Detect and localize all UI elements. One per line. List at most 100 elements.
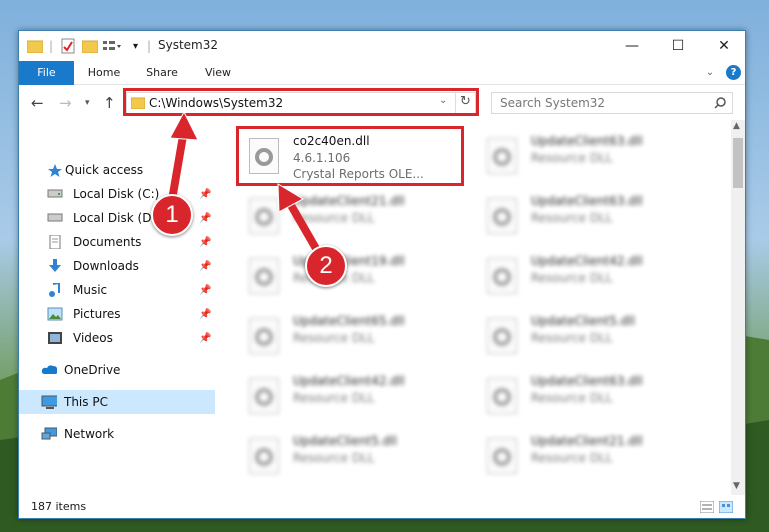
forward-button[interactable]: → [59,94,72,112]
file-tile[interactable]: UpdateClient63.dll Resource DLL [479,370,705,426]
separator: | [49,39,54,53]
drive-icon [47,213,63,222]
file-name: UpdateClient63.dll [531,134,643,148]
file-tile[interactable]: UpdateClient5.dll Resource DLL [241,430,467,486]
title-bar: | ▾ | System32 — ☐ ✕ [19,31,745,61]
nav-label: Downloads [73,259,139,273]
drive-icon [47,189,63,198]
dll-file-icon [487,318,517,354]
nav-label: Documents [73,235,142,249]
dll-file-icon [249,318,279,354]
scrollbar-thumb[interactable] [733,138,743,188]
nav-label: Pictures [73,307,121,321]
up-button[interactable]: ↑ [103,94,116,112]
nav-pictures[interactable]: Pictures 📌 [19,302,215,326]
documents-icon [49,235,61,249]
star-icon [48,164,62,177]
tab-share[interactable]: Share [137,61,187,85]
computer-icon [41,395,57,409]
pin-icon: 📌 [199,188,212,200]
callout-1: 1 [151,194,193,236]
view-options-icon[interactable] [103,37,123,55]
nav-documents[interactable]: Documents 📌 [19,230,215,254]
file-tile[interactable]: UpdateClient65.dll Resource DLL [241,310,467,366]
nav-label: OneDrive [64,363,121,377]
nav-network[interactable]: Network [19,422,215,446]
file-tile[interactable]: UpdateClient21.dll Resource DLL [241,190,467,246]
navigation-pane: Quick access Local Disk (C:) 📌 Local Dis… [19,120,215,495]
search-icon[interactable] [714,97,726,109]
nav-downloads[interactable]: Downloads 📌 [19,254,215,278]
scroll-down-icon[interactable]: ▼ [733,481,740,491]
address-bar-highlight [123,88,479,116]
file-name: UpdateClient21.dll [293,194,405,208]
pin-icon: 📌 [199,332,212,344]
music-icon [49,283,60,297]
dll-file-icon [487,258,517,294]
file-tile[interactable]: UpdateClient63.dll Resource DLL [479,130,705,186]
file-description: Resource DLL [531,451,613,465]
minimize-button[interactable]: — [609,31,655,61]
search-input[interactable]: Search System32 [500,96,605,110]
file-tile[interactable]: UpdateClient21.dll Resource DLL [479,430,705,486]
pin-icon: 📌 [199,260,212,272]
close-button[interactable]: ✕ [701,31,745,61]
file-description: Resource DLL [293,391,375,405]
download-icon [49,259,61,272]
back-button[interactable]: ← [31,94,44,112]
nav-music[interactable]: Music 📌 [19,278,215,302]
tab-view[interactable]: View [193,61,243,85]
file-tile[interactable]: UpdateClient42.dll Resource DLL [241,370,467,426]
file-description: Resource DLL [531,211,613,225]
nav-label: This PC [64,395,108,409]
dll-file-icon [487,138,517,174]
file-tile[interactable]: UpdateClient42.dll Resource DLL [479,250,705,306]
customize-toolbar-icon[interactable]: ▾ [133,37,138,55]
file-name: UpdateClient63.dll [531,194,643,208]
recent-locations-icon[interactable]: ▾ [85,98,90,108]
dll-file-icon [487,198,517,234]
pin-icon: 📌 [199,212,212,224]
dll-file-icon [487,378,517,414]
pin-icon: 📌 [199,284,212,296]
scroll-up-icon[interactable]: ▲ [733,121,740,131]
network-icon [41,427,57,440]
tab-home[interactable]: Home [79,61,129,85]
nav-videos[interactable]: Videos 📌 [19,326,215,350]
cloud-icon [41,365,57,374]
status-bar: 187 items [19,496,745,518]
nav-onedrive[interactable]: OneDrive [19,358,215,382]
nav-quick-access[interactable]: Quick access [19,158,215,182]
file-tile[interactable]: UpdateClient5.dll Resource DLL [479,310,705,366]
dll-file-icon [249,258,279,294]
details-view-icon[interactable] [700,501,714,513]
pin-icon: 📌 [199,308,212,320]
file-highlight [236,126,464,186]
file-name: UpdateClient63.dll [531,374,643,388]
file-name: UpdateClient42.dll [293,374,405,388]
maximize-button[interactable]: ☐ [655,31,701,61]
file-tile[interactable]: UpdateClient19.dll Resource DLL [241,250,467,306]
large-icons-view-icon[interactable] [719,501,733,513]
search-box[interactable]: Search System32 [491,92,733,114]
pin-icon: 📌 [199,236,212,248]
file-description: Resource DLL [531,151,613,165]
expand-ribbon-icon[interactable]: ⌄ [703,61,717,85]
nav-label: Quick access [65,163,144,177]
dll-file-icon [249,378,279,414]
videos-icon [48,332,62,344]
nav-this-pc[interactable]: This PC [19,390,215,414]
dll-file-icon [487,438,517,474]
nav-label: Music [73,283,108,297]
properties-icon[interactable] [61,37,75,55]
nav-label: Network [64,427,115,441]
file-tile[interactable]: UpdateClient63.dll Resource DLL [479,190,705,246]
help-icon[interactable]: ? [726,65,741,80]
dll-file-icon [249,198,279,234]
vertical-scrollbar[interactable]: ▲ ▼ [731,120,745,495]
item-count: 187 items [31,500,87,513]
callout-2: 2 [305,245,347,287]
tab-file[interactable]: File [19,61,74,85]
new-folder-icon[interactable] [82,37,98,55]
nav-label: Videos [73,331,113,345]
